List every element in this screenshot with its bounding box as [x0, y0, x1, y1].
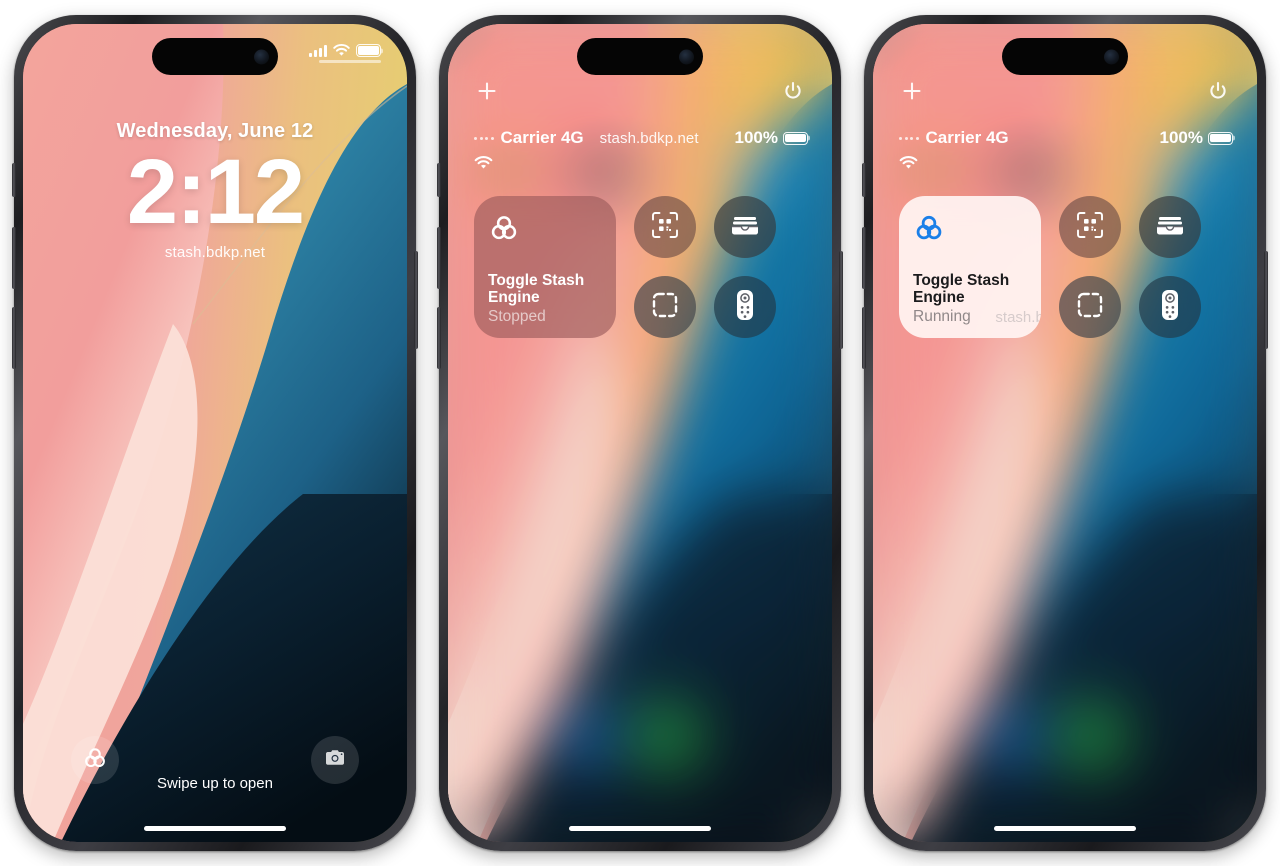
control-center: Carrier 4G stash.bdkp.net 100% Toggle St… — [448, 24, 832, 842]
battery-full-icon — [1208, 131, 1233, 145]
control-center: Carrier 4G 100% Toggle Stash Engine Runn… — [873, 24, 1257, 842]
front-camera-icon — [679, 49, 694, 64]
stash-trefoil-icon — [913, 212, 1027, 249]
control-center-buttons — [634, 196, 776, 338]
qr-code-scanner-icon — [1075, 210, 1105, 245]
front-camera-icon — [1104, 49, 1119, 64]
hostname-label: stash.bdkp.net — [599, 129, 699, 147]
control-center-grid: Toggle Stash Engine Stopped — [474, 196, 808, 338]
swipe-hint-text: Swipe up to open — [157, 775, 273, 792]
wifi-icon[interactable] — [474, 156, 493, 175]
screen-capture-button[interactable] — [1059, 276, 1121, 338]
power-icon[interactable] — [780, 78, 806, 104]
side-power-button[interactable] — [414, 251, 418, 349]
side-power-button[interactable] — [839, 251, 843, 349]
front-camera-icon — [254, 49, 269, 64]
side-power-button[interactable] — [1264, 251, 1268, 349]
plus-icon[interactable] — [474, 78, 500, 104]
toggle-stash-engine-widget[interactable]: Toggle Stash Engine Stopped — [474, 196, 616, 338]
stash-trefoil-icon — [82, 745, 108, 776]
lock-screen-hostname: stash.bdkp.net — [164, 244, 266, 261]
code-scanner-button[interactable] — [1059, 196, 1121, 258]
control-center-grid: Toggle Stash Engine Running stash.bdkp.n… — [899, 196, 1233, 338]
home-indicator[interactable] — [994, 826, 1136, 831]
wallet-button[interactable] — [1139, 196, 1201, 258]
apple-tv-remote-icon — [736, 289, 754, 326]
home-indicator[interactable] — [569, 826, 711, 831]
widget-state-label: Running — [913, 307, 971, 325]
carrier-label: Carrier 4G — [925, 128, 1009, 147]
battery-percent-label: 100% — [734, 128, 778, 147]
dynamic-island — [577, 38, 703, 75]
screen-capture-button[interactable] — [634, 276, 696, 338]
phone-screen: Carrier 4G stash.bdkp.net 100% Toggle St… — [448, 24, 832, 842]
lock-screen-time: 2:12 — [126, 141, 305, 243]
battery-percent-label: 100% — [1159, 128, 1203, 147]
screen-capture-icon — [650, 290, 680, 325]
apple-tv-remote-icon — [1161, 289, 1179, 326]
volume-down-button[interactable] — [437, 307, 441, 369]
wallet-button[interactable] — [714, 196, 776, 258]
power-icon[interactable] — [1205, 78, 1231, 104]
widget-title-line1: Toggle Stash — [488, 271, 585, 289]
screen-capture-icon — [1075, 290, 1105, 325]
phone-screen: Carrier 4G 100% Toggle Stash Engine Runn… — [873, 24, 1257, 842]
camera-icon — [323, 746, 347, 775]
volume-down-button[interactable] — [862, 307, 866, 369]
widget-title-line2: Engine — [488, 289, 540, 307]
action-button[interactable] — [862, 163, 866, 197]
apple-tv-remote-button[interactable] — [1139, 276, 1201, 338]
widget-text-block: Toggle Stash Engine Stopped — [488, 272, 602, 325]
battery-status: 100% — [1160, 128, 1233, 148]
control-center-status-row: Carrier 4G stash.bdkp.net 100% — [474, 128, 808, 148]
widget-text-block: Toggle Stash Engine Running — [913, 272, 1027, 325]
cellular-bars-icon — [308, 44, 327, 57]
control-center-buttons — [1059, 196, 1201, 338]
status-bar-underline — [319, 60, 381, 63]
widget-title-line2: Engine — [913, 289, 965, 307]
phone-control-center-running: Carrier 4G 100% Toggle Stash Engine Runn… — [862, 15, 1268, 851]
wifi-icon — [333, 44, 350, 57]
battery-full-icon — [783, 131, 808, 145]
phone-lock-screen: Wednesday, June 12 2:12 stash.bdkp.net S… — [12, 15, 418, 851]
phone-control-center-stopped: Carrier 4G stash.bdkp.net 100% Toggle St… — [437, 15, 843, 851]
wifi-icon[interactable] — [899, 156, 918, 175]
qr-code-scanner-icon — [650, 210, 680, 245]
screenshot-stage: Wednesday, June 12 2:12 stash.bdkp.net S… — [0, 0, 1280, 866]
volume-up-button[interactable] — [437, 227, 441, 289]
lock-screen-bottom: Swipe up to open — [23, 692, 407, 842]
carrier-label: Carrier 4G — [500, 128, 584, 147]
apple-tv-remote-button[interactable] — [714, 276, 776, 338]
volume-down-button[interactable] — [12, 307, 16, 369]
dynamic-island — [152, 38, 278, 75]
phone-screen: Wednesday, June 12 2:12 stash.bdkp.net S… — [23, 24, 407, 842]
code-scanner-button[interactable] — [634, 196, 696, 258]
cellular-dots-icon — [474, 136, 494, 140]
status-bar — [308, 44, 381, 57]
volume-up-button[interactable] — [12, 227, 16, 289]
home-indicator[interactable] — [144, 826, 286, 831]
action-button[interactable] — [12, 163, 16, 197]
stash-trefoil-icon — [488, 212, 602, 249]
widget-state-label: Stopped — [488, 307, 546, 325]
toggle-stash-engine-widget[interactable]: Toggle Stash Engine Running stash.bdkp.n… — [899, 196, 1041, 338]
volume-up-button[interactable] — [862, 227, 866, 289]
control-center-status-row: Carrier 4G 100% — [899, 128, 1233, 148]
plus-icon[interactable] — [899, 78, 925, 104]
battery-full-icon — [356, 44, 381, 57]
action-button[interactable] — [437, 163, 441, 197]
cellular-dots-icon — [899, 136, 919, 140]
wallet-icon — [730, 212, 760, 243]
wallet-icon — [1155, 212, 1185, 243]
widget-title-line1: Toggle Stash — [913, 271, 1010, 289]
dynamic-island — [1002, 38, 1128, 75]
battery-status: 100% — [735, 128, 808, 148]
